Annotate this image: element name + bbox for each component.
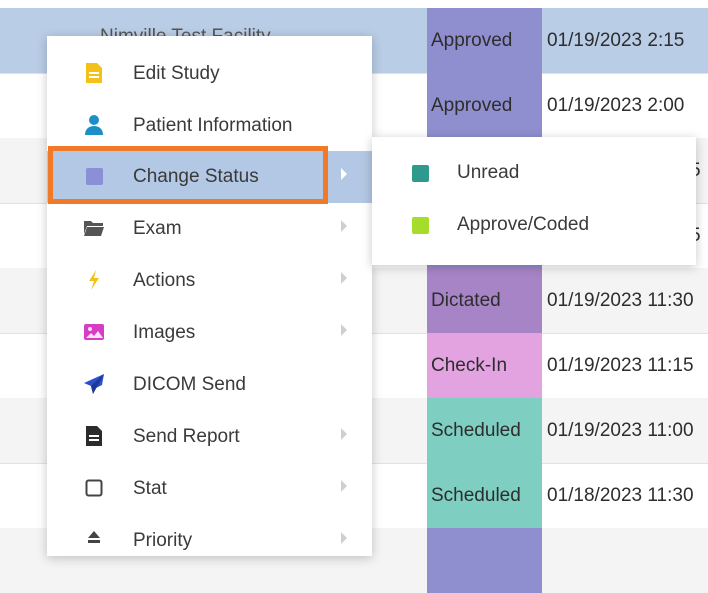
menu-item-send-report[interactable]: Send Report: [47, 411, 372, 463]
menu-item-edit-study[interactable]: Edit Study: [47, 48, 372, 100]
checkbox-icon: [83, 477, 105, 499]
menu-item-label: Send Report: [133, 426, 240, 447]
lightning-icon: [83, 269, 105, 291]
person-icon: [83, 114, 105, 136]
context-menu: Edit Study Patient Information Change St…: [47, 36, 372, 556]
report-icon: [83, 425, 105, 447]
menu-item-actions[interactable]: Actions: [47, 255, 372, 307]
image-icon: [83, 321, 105, 343]
chevron-right-icon: [341, 480, 347, 492]
date-cell: 01/19/2023 11:30: [547, 290, 694, 311]
menu-item-change-status[interactable]: Change Status: [47, 151, 372, 203]
paper-plane-icon: [83, 373, 105, 395]
chevron-right-icon: [341, 532, 347, 544]
submenu-item-label: Unread: [457, 162, 520, 183]
chevron-right-icon: [341, 428, 347, 440]
priority-icon: [83, 529, 105, 551]
chevron-right-icon: [341, 272, 347, 284]
chevron-right-icon: [341, 220, 347, 232]
date-cell: 01/19/2023 11:00: [547, 420, 694, 441]
folder-icon: [83, 217, 105, 239]
menu-item-exam[interactable]: Exam: [47, 203, 372, 255]
menu-item-label: Edit Study: [133, 63, 220, 84]
date-cell: 01/19/2023 11:15: [547, 355, 694, 376]
menu-item-label: Patient Information: [133, 115, 293, 136]
status-cell: Dictated: [427, 268, 542, 333]
status-cell: Approved: [427, 8, 542, 73]
menu-item-label: Stat: [133, 478, 167, 499]
status-swatch-icon: [412, 165, 429, 182]
menu-item-label: Change Status: [133, 166, 259, 187]
menu-item-label: Priority: [133, 530, 193, 551]
menu-item-images[interactable]: Images: [47, 307, 372, 359]
date-cell: 01/18/2023 11:30: [547, 485, 694, 506]
status-square-icon: [83, 165, 105, 187]
menu-item-stat[interactable]: Stat: [47, 463, 372, 515]
date-cell: 01/19/2023 2:15: [547, 30, 685, 51]
menu-item-label: Exam: [133, 218, 182, 239]
chevron-right-icon: [341, 168, 347, 180]
status-swatch-icon: [412, 217, 429, 234]
menu-item-label: Images: [133, 322, 196, 343]
status-cell: Check-In: [427, 333, 542, 398]
date-cell: 01/19/2023 2:00: [547, 95, 685, 116]
change-status-submenu: Unread Approve/Coded: [372, 137, 696, 265]
menu-item-dicom-send[interactable]: DICOM Send: [47, 359, 372, 411]
chevron-right-icon: [341, 324, 347, 336]
menu-item-label: DICOM Send: [133, 374, 246, 395]
menu-item-patient-information[interactable]: Patient Information: [47, 100, 372, 152]
submenu-item-label: Approve/Coded: [457, 214, 590, 235]
document-icon: [83, 62, 105, 84]
status-cell: [427, 528, 542, 593]
menu-item-label: Actions: [133, 270, 196, 291]
submenu-item-unread[interactable]: Unread: [372, 147, 696, 199]
status-cell: Scheduled: [427, 398, 542, 463]
status-cell: Approved: [427, 73, 542, 138]
menu-item-priority[interactable]: Priority: [47, 515, 372, 556]
submenu-item-approve-coded[interactable]: Approve/Coded: [372, 199, 696, 251]
status-cell: Scheduled: [427, 463, 542, 528]
